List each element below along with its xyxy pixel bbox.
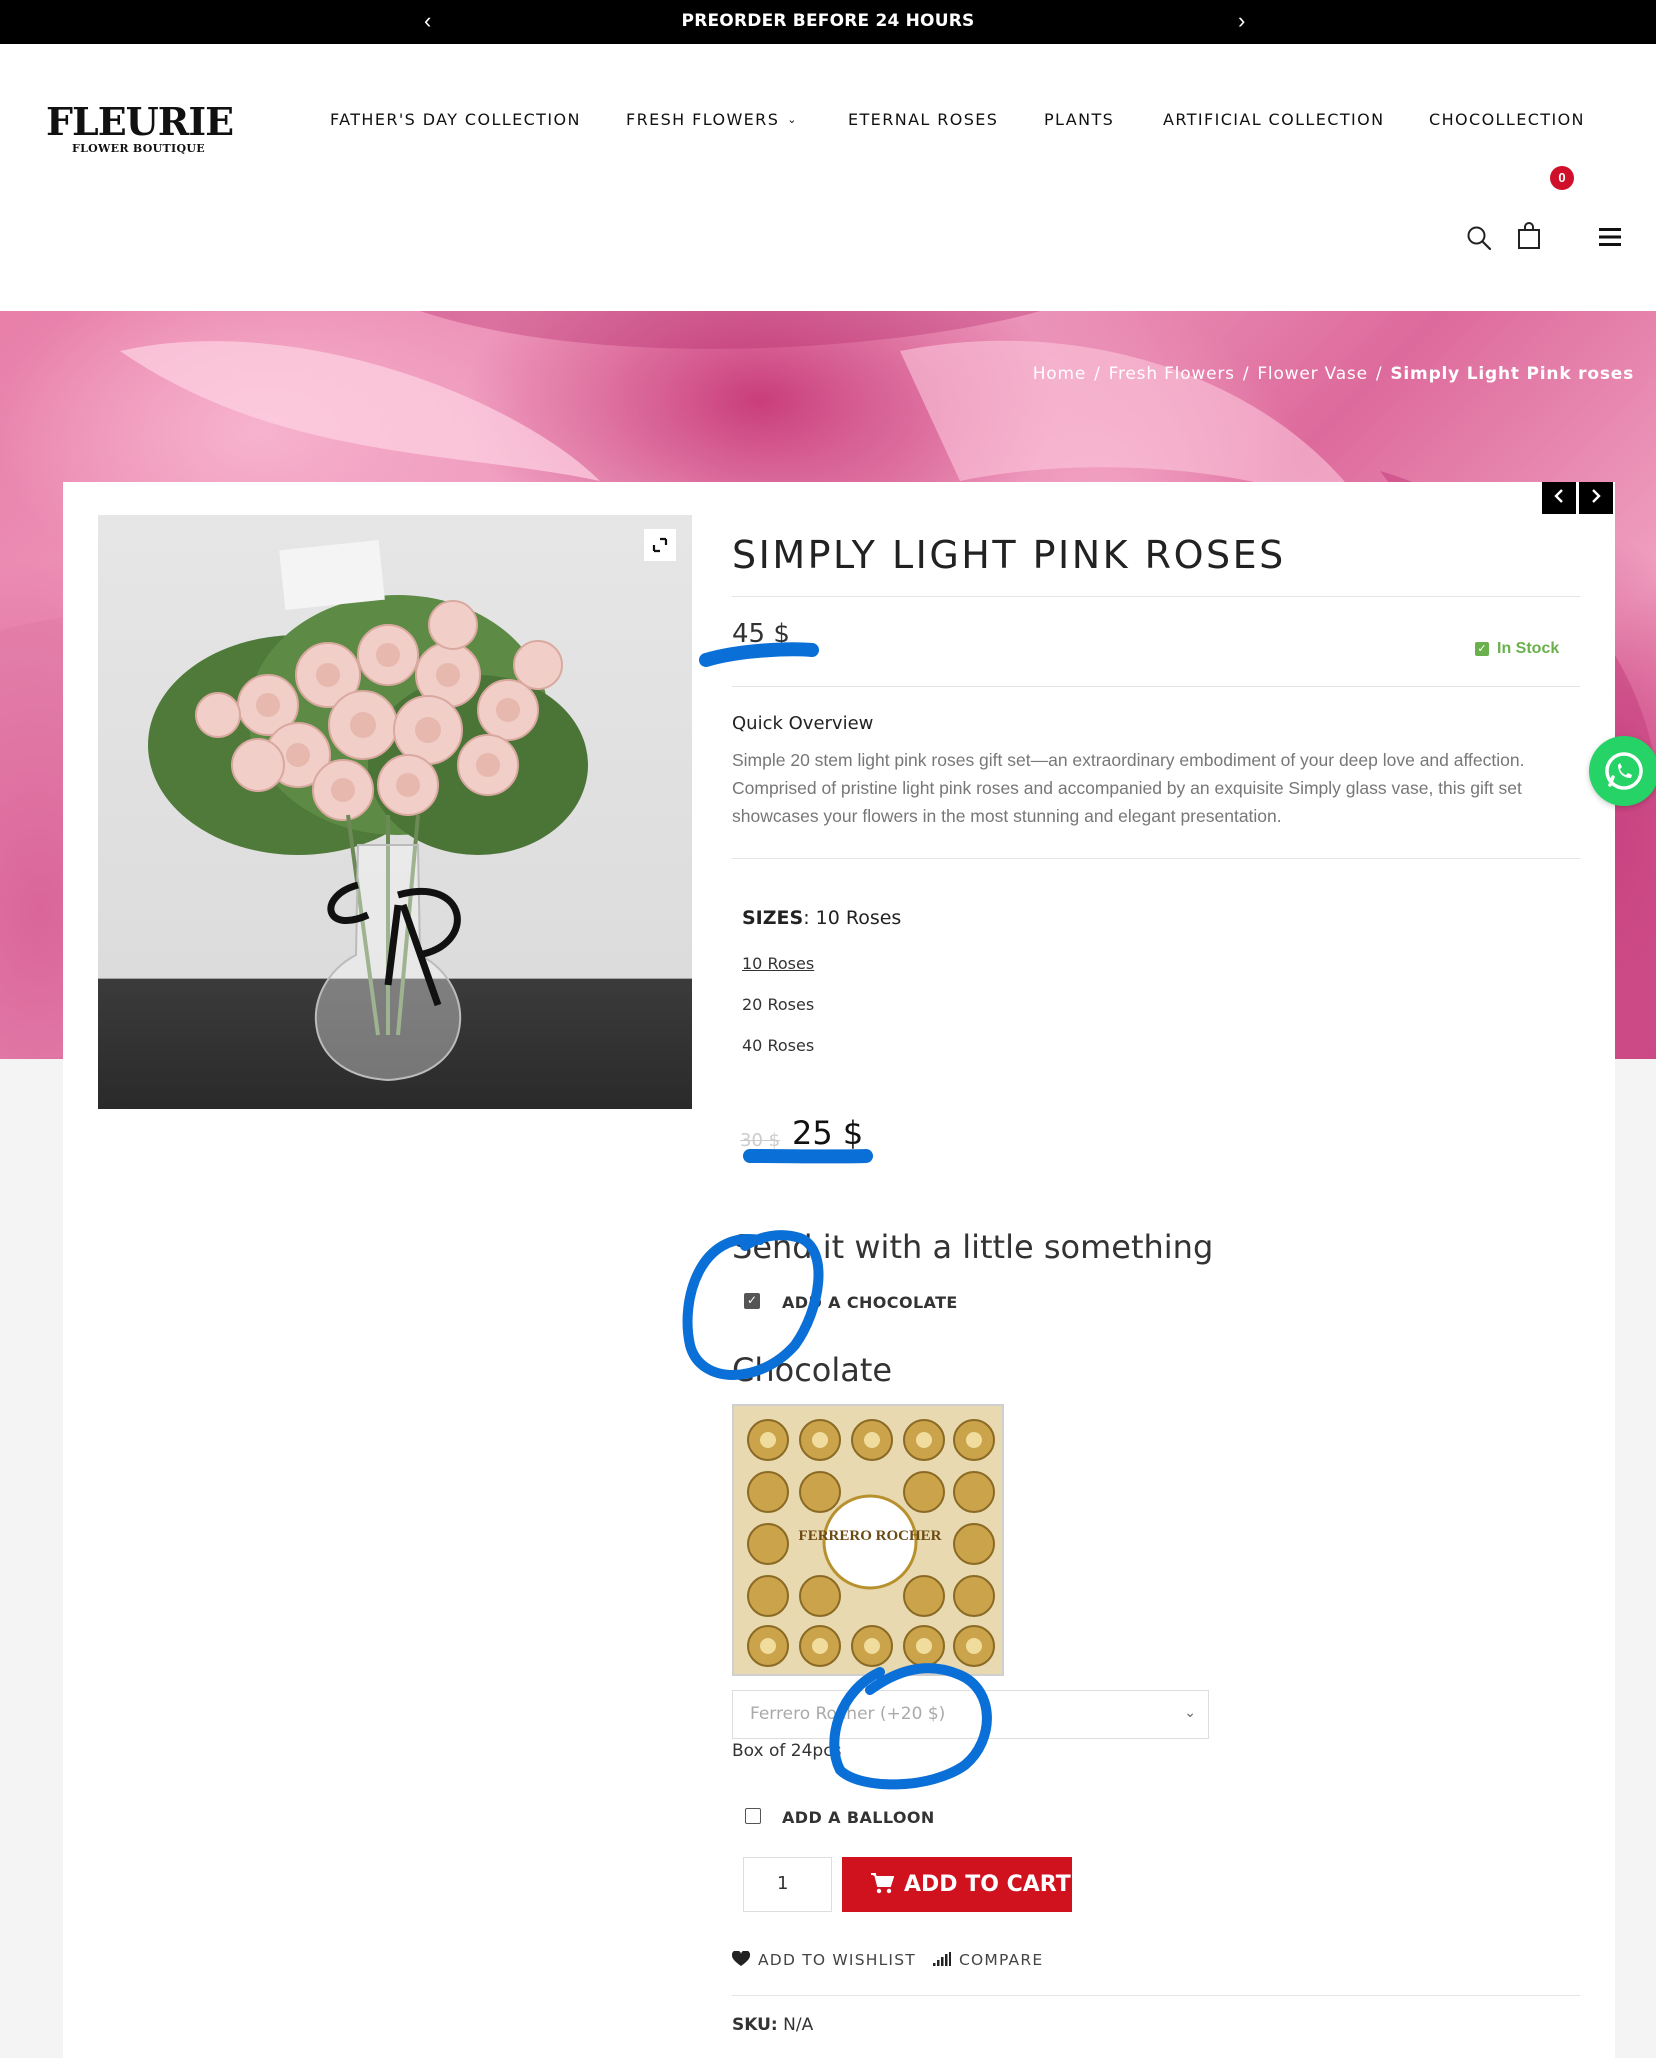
chocolate-heading: Chocolate bbox=[732, 1351, 893, 1389]
size-option-40[interactable]: 40 Roses bbox=[742, 1036, 814, 1055]
add-to-wishlist-link[interactable]: ADD TO WISHLIST bbox=[731, 1950, 916, 1969]
compare-link[interactable]: COMPARE bbox=[933, 1951, 1043, 1969]
chevron-left-icon bbox=[1554, 489, 1563, 503]
add-to-cart-label: ADD TO CART bbox=[904, 1872, 1071, 1897]
logo-brand: FLEURIE bbox=[46, 99, 234, 144]
announcement-next-button[interactable]: › bbox=[1238, 8, 1245, 34]
sku-value: N/A bbox=[783, 2015, 814, 2035]
nav-item-plants[interactable]: PLANTS bbox=[1044, 110, 1114, 129]
breadcrumb-separator: / bbox=[1094, 364, 1101, 384]
stock-label: In Stock bbox=[1497, 640, 1560, 657]
check-icon: ✓ bbox=[1475, 642, 1489, 656]
add-balloon-checkbox[interactable] bbox=[745, 1808, 761, 1824]
next-product-button[interactable] bbox=[1579, 482, 1613, 514]
prev-product-button[interactable] bbox=[1542, 482, 1576, 514]
divider bbox=[732, 686, 1580, 687]
sku-label: SKU: bbox=[732, 2015, 778, 2035]
expand-icon bbox=[652, 537, 668, 553]
search-icon[interactable] bbox=[1466, 225, 1492, 251]
nav-item-eternal-roses[interactable]: ETERNAL ROSES bbox=[848, 110, 998, 129]
product-image[interactable] bbox=[98, 515, 692, 1109]
site-header: FLEURIE FLOWER BOUTIQUE FATHER'S DAY COL… bbox=[0, 44, 1656, 311]
breadcrumb-separator: / bbox=[1375, 364, 1383, 384]
size-option-20[interactable]: 20 Roses bbox=[742, 995, 814, 1014]
size-option-10[interactable]: 10 Roses bbox=[742, 954, 814, 973]
chevron-down-icon: ⌄ bbox=[787, 113, 798, 126]
quantity-input[interactable]: 1 bbox=[743, 1857, 832, 1912]
breadcrumb-current: Simply Light Pink roses bbox=[1390, 364, 1634, 384]
heart-icon bbox=[731, 1950, 751, 1966]
sizes-label: SIZES: 10 Roses bbox=[742, 907, 902, 929]
breadcrumb-fresh-flowers[interactable]: Fresh Flowers bbox=[1109, 364, 1235, 384]
chevron-down-icon: ⌄ bbox=[1184, 1704, 1196, 1720]
add-chocolate-label[interactable]: ADD A CHOCOLATE bbox=[782, 1293, 958, 1312]
hamburger-menu-icon[interactable] bbox=[1599, 227, 1621, 247]
quick-overview-text: Simple 20 stem light pink roses gift set… bbox=[732, 750, 1525, 826]
divider bbox=[732, 596, 1580, 597]
announcement-text: PREORDER BEFORE 24 HOURS bbox=[681, 11, 975, 31]
chevron-right-icon bbox=[1592, 489, 1601, 503]
nav-item-fathers-day[interactable]: FATHER'S DAY COLLECTION bbox=[330, 110, 581, 129]
divider bbox=[732, 1995, 1580, 1996]
compare-label: COMPARE bbox=[959, 1951, 1044, 1969]
product-price: 45 $ bbox=[732, 619, 790, 649]
chocolate-description: Box of 24pcs bbox=[732, 1741, 842, 1761]
chocolate-image[interactable]: FERRERO ROCHER bbox=[732, 1404, 1004, 1676]
chocolate-box-illustration: FERRERO ROCHER bbox=[734, 1406, 1002, 1674]
add-balloon-label[interactable]: ADD A BALLOON bbox=[782, 1808, 935, 1827]
addons-heading: Send it with a little something bbox=[732, 1228, 1214, 1266]
sizes-label-key: SIZES bbox=[742, 907, 804, 929]
breadcrumb-separator: / bbox=[1242, 364, 1250, 384]
nav-item-fresh-flowers[interactable]: FRESH FLOWERS ⌄ bbox=[626, 110, 798, 129]
add-to-cart-button[interactable]: ADD TO CART bbox=[842, 1857, 1072, 1912]
chocolate-select[interactable]: Ferrero Rocher (+20 $) ⌄ bbox=[732, 1690, 1209, 1739]
expand-image-button[interactable] bbox=[644, 529, 676, 561]
whatsapp-chat-button[interactable] bbox=[1589, 736, 1656, 806]
nav-item-chocollection[interactable]: CHOCOLLECTION bbox=[1429, 110, 1585, 129]
sale-price: 25 $ bbox=[792, 1114, 864, 1152]
old-price: 30 $ bbox=[740, 1130, 781, 1151]
nav-item-artificial-collection[interactable]: ARTIFICIAL COLLECTION bbox=[1163, 110, 1384, 129]
add-chocolate-checkbox[interactable]: ✓ bbox=[744, 1293, 760, 1309]
breadcrumb-flower-vase[interactable]: Flower Vase bbox=[1257, 364, 1368, 384]
chocolate-select-value: Ferrero Rocher (+20 $) bbox=[750, 1704, 946, 1724]
cart-icon bbox=[871, 1873, 894, 1894]
logo-tagline: FLOWER BOUTIQUE bbox=[72, 142, 205, 155]
wishlist-label: ADD TO WISHLIST bbox=[758, 1951, 916, 1969]
site-logo[interactable]: FLEURIE FLOWER BOUTIQUE bbox=[46, 99, 234, 156]
breadcrumb-home[interactable]: Home bbox=[1033, 364, 1086, 384]
product-title: SIMPLY LIGHT PINK ROSES bbox=[732, 533, 1286, 577]
whatsapp-icon bbox=[1605, 752, 1643, 790]
cart-count-badge: 0 bbox=[1550, 166, 1574, 190]
compare-bars-icon bbox=[933, 1952, 951, 1966]
shopping-bag-icon[interactable] bbox=[1517, 222, 1541, 250]
quick-overview-heading: Quick Overview bbox=[732, 713, 874, 734]
nav-item-label: FRESH FLOWERS bbox=[626, 110, 780, 129]
divider bbox=[732, 858, 1580, 859]
breadcrumb: Home / Fresh Flowers / Flower Vase / Simply Li… bbox=[1033, 364, 1634, 384]
product-photo-illustration bbox=[148, 539, 588, 1082]
sku-info: SKU: N/A bbox=[732, 2015, 813, 2035]
announcement-bar: ‹ PREORDER BEFORE 24 HOURS › bbox=[0, 0, 1656, 44]
stock-status: ✓ In Stock bbox=[1475, 640, 1559, 658]
chocolate-brand-text: FERRERO ROCHER bbox=[799, 1528, 942, 1544]
sizes-selected-value: 10 Roses bbox=[815, 907, 902, 929]
